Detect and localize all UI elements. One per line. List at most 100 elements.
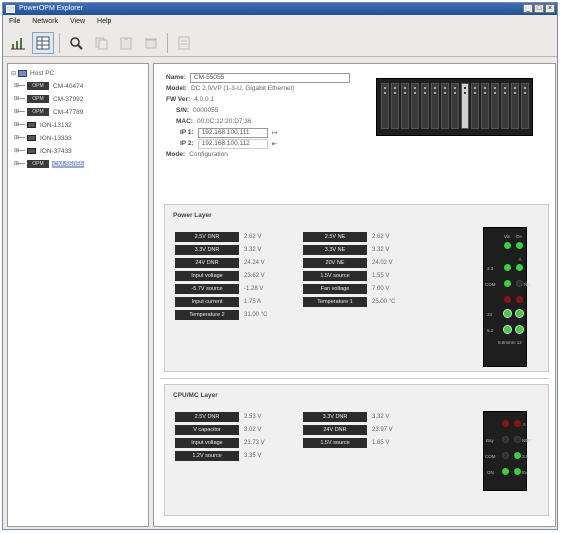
metric-label: 24V DNR (175, 258, 239, 268)
cpu-layer-panel: CPU/MC Layer 2.5V DNR 2.53 V V capacitor 3… (164, 384, 549, 516)
led-label: Vin (504, 234, 511, 239)
tree-item[interactable]: ⊞ ION-13333 (11, 133, 148, 143)
status-led (502, 436, 509, 443)
table-row: 20V NE 24.02 V (303, 257, 423, 269)
status-led (502, 420, 509, 427)
search-device-icon[interactable] (65, 32, 87, 54)
tree-item[interactable]: ⊞ OPM CM-37992 (11, 94, 148, 104)
tree-item[interactable]: ⊞ ION-37433 (11, 146, 148, 156)
tree-item-label: CM-47789 (53, 108, 84, 116)
power-left-grid: 2.5V DNR 2.62 V 3.3V DNR 3.32 V 24V DNR 24.… (175, 231, 295, 322)
tree-item-label: CM-40474 (53, 82, 84, 90)
tree-item-selected[interactable]: ⊞ OPM CM-55055 (11, 159, 148, 169)
chassis-slot[interactable] (401, 83, 409, 129)
minimize-button[interactable]: _ (523, 4, 533, 13)
ip2-field[interactable] (197, 138, 268, 149)
close-button[interactable]: × (545, 4, 555, 13)
menu-network[interactable]: Network (32, 16, 58, 28)
metric-label: Fan voltage (303, 284, 367, 294)
paste-icon[interactable] (115, 32, 137, 54)
tree-item[interactable]: ⊞ OPM CM-47789 (11, 107, 148, 117)
metric-value: 7.00 V (372, 286, 390, 292)
chassis-slot[interactable] (441, 83, 449, 129)
ion-device-icon (27, 122, 36, 128)
table-row: Fan voltage 7.00 V (303, 283, 423, 295)
chassis-slot[interactable] (491, 83, 499, 129)
led-label: 2.5 (522, 454, 529, 459)
chassis-slot[interactable] (471, 83, 479, 129)
connect-arrow-icon[interactable]: ↦ (272, 129, 278, 137)
metric-label: 3.3V NE (303, 245, 367, 255)
mode-value: Configuration (189, 151, 228, 158)
menu-file[interactable]: File (9, 16, 20, 28)
metric-label: Input current (175, 297, 239, 307)
tree-item[interactable]: ⊞ OPM CM-40474 (11, 81, 148, 91)
table-icon[interactable] (32, 31, 54, 54)
model-label: Model: (166, 85, 187, 92)
metric-value: 23.62 V (244, 273, 265, 279)
metric-value: 2.62 V (244, 234, 262, 240)
metric-label: Input voltage (175, 271, 239, 281)
chassis-slot[interactable] (481, 83, 489, 129)
metric-value: 25.00 °C (372, 299, 396, 305)
table-row: V capacitor 3.02 V (175, 424, 295, 436)
metric-value: 2.62 V (372, 234, 390, 240)
chassis-slot[interactable] (421, 83, 429, 129)
cpu-layer-title: CPU/MC Layer (173, 392, 218, 399)
metric-label: Temperature 1 (303, 297, 367, 307)
metric-label: 3.3V DNR (303, 412, 367, 422)
led-label: 24 (487, 312, 493, 317)
chart-icon[interactable] (7, 32, 29, 54)
metric-value: 3.32 V (372, 414, 390, 420)
table-row: Input current 1.75 A (175, 296, 295, 308)
metric-label: 3.3V DNR (175, 245, 239, 255)
status-led (516, 264, 523, 271)
metric-label: 2.5V DNR (175, 232, 239, 242)
chassis-slot[interactable] (451, 83, 459, 129)
copy-icon[interactable] (90, 32, 112, 54)
ip1-field[interactable] (197, 127, 268, 138)
metric-label: 20V NE (303, 258, 367, 268)
cpu-left-grid: 2.5V DNR 2.53 V V capacitor 3.02 V Input v… (175, 411, 295, 463)
chassis-slot[interactable] (431, 83, 439, 129)
collapse-icon[interactable]: ⊟ (11, 70, 16, 77)
metric-value: 23.73 V (244, 440, 265, 446)
tree-root[interactable]: ⊟ Host PC (11, 68, 148, 78)
delete-icon[interactable] (140, 32, 162, 54)
chassis-slot-selected[interactable] (461, 83, 469, 129)
chassis-image[interactable] (376, 78, 533, 136)
name-field[interactable] (189, 72, 350, 83)
chassis-slot[interactable] (501, 83, 509, 129)
connect-arrow-icon[interactable]: ⇤ (272, 140, 278, 148)
menu-view[interactable]: View (70, 16, 85, 28)
power-layer-panel: Power Layer 2.5V DNR 2.62 V 3.3V DNR 3.32 … (164, 204, 549, 372)
tree-item-label: ION-37433 (40, 147, 72, 155)
maximize-button[interactable]: □ (534, 4, 544, 13)
table-row: 2.5V DNR 2.53 V (175, 411, 295, 423)
alarm-icon: ⚠ (522, 422, 527, 427)
chassis-slot[interactable] (411, 83, 419, 129)
chassis-slot[interactable] (521, 83, 529, 129)
status-led (514, 436, 521, 443)
app-window: PowerOPM Explorer _ □ × File Network Vie… (2, 2, 558, 530)
metric-value: -1.28 V (244, 286, 264, 292)
chassis-slot[interactable] (391, 83, 399, 129)
name-label: Name: (166, 74, 186, 81)
device-info: Name: Model: DC 2.0/VP (1-3-U, Gigabit E… (166, 72, 406, 160)
tree-item-label: ION-13132 (40, 121, 72, 129)
chassis-slot[interactable] (381, 83, 389, 129)
status-led (503, 309, 512, 318)
metric-label: 2.5V DNR (175, 412, 239, 422)
chassis-slot[interactable] (511, 83, 519, 129)
tree-item[interactable]: ⊞ ION-13132 (11, 120, 148, 130)
list-icon[interactable] (173, 32, 195, 54)
device-tree[interactable]: ⊟ Host PC ⊞ OPM CM-40474 ⊞ OPM CM-37992 … (7, 63, 149, 527)
led-label: COM (485, 282, 496, 287)
table-row: Temperature 2 31.00 °C (175, 309, 295, 321)
led-label: ON (487, 470, 494, 475)
status-led (503, 325, 512, 334)
metric-label: Input voltage (175, 438, 239, 448)
menu-help[interactable]: Help (97, 16, 111, 28)
metric-value: 24.02 V (372, 260, 393, 266)
toolbar (3, 29, 557, 57)
